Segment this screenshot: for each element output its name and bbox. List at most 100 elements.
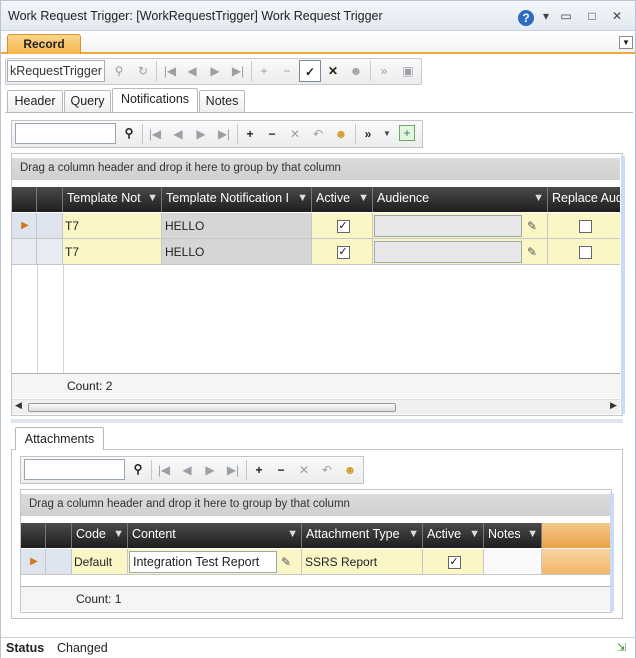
tab-record[interactable]: Record [7,34,81,54]
attachments-search-input[interactable] [24,459,125,480]
search-icon[interactable]: ⚲ [129,460,147,478]
lookup-icon[interactable]: ✎ [527,213,537,238]
audience-field[interactable] [374,215,522,237]
users-icon[interactable]: ☻ [341,461,359,479]
prev-record-icon[interactable]: ◀ [178,461,196,479]
record-search-input[interactable]: kRequestTrigger [7,60,105,82]
cell-template[interactable]: T7 [63,213,162,238]
filter-icon[interactable]: ▼ [527,523,538,545]
users-icon[interactable]: ☻ [332,125,350,143]
content-field[interactable]: Integration Test Report [129,551,277,573]
column-active[interactable]: Active ▼ [423,523,484,548]
scroll-thumb[interactable] [28,403,396,412]
last-record-icon[interactable]: ▶| [215,125,233,143]
audience-field[interactable] [374,241,522,263]
last-record-icon[interactable]: ▶| [224,461,242,479]
table-row[interactable]: T7 HELLO ✓ ✎ [12,239,620,265]
next-record-icon[interactable]: ▶ [192,125,210,143]
next-record-icon[interactable]: ▶ [206,62,224,80]
scroll-right-icon[interactable]: ▶ [610,400,617,411]
remove-icon[interactable]: − [278,62,296,80]
cell-content[interactable]: Integration Test Report ✎ [128,549,302,574]
refresh-icon[interactable]: ↻ [134,62,152,80]
active-checkbox[interactable]: ✓ [336,220,350,234]
search-icon[interactable]: ⚲ [120,124,138,142]
column-template-not[interactable]: Template Not ▼ [63,187,162,212]
first-record-icon[interactable]: |◀ [155,461,173,479]
column-code[interactable]: Code ▼ [72,523,128,548]
add-icon[interactable]: + [241,125,259,143]
filter-icon[interactable]: ▼ [113,523,124,545]
save-check-icon[interactable]: ✓ [299,60,321,82]
scroll-left-icon[interactable]: ◀ [15,400,22,411]
maximize-icon[interactable]: □ [584,8,600,24]
minimize-icon[interactable]: ▭ [558,8,574,24]
cancel-icon[interactable]: ✕ [286,125,304,143]
filter-icon[interactable]: ▼ [358,187,369,209]
replace-checkbox[interactable] [578,220,592,234]
column-active[interactable]: Active ▼ [312,187,373,212]
tab-header[interactable]: Header [7,90,63,112]
cell-audience[interactable]: ✎ [373,239,548,264]
filter-icon[interactable]: ▼ [147,187,158,209]
collapse-icon[interactable]: ▼ [619,36,633,49]
column-notes[interactable]: Notes ▼ [484,523,542,548]
close-icon[interactable]: ✕ [609,8,625,24]
horizontal-scrollbar[interactable]: ◀ ▶ [12,399,620,414]
column-template-notification[interactable]: Template Notification I ▼ [162,187,312,212]
filter-icon[interactable]: ▼ [469,523,480,545]
remove-icon[interactable]: − [263,125,281,143]
tab-query[interactable]: Query [64,90,111,112]
dropdown-icon[interactable]: ▾ [538,8,554,24]
row-selector[interactable] [37,213,63,238]
cancel-icon[interactable]: ✕ [295,461,313,479]
prev-record-icon[interactable]: ◀ [169,125,187,143]
undo-icon[interactable]: ↶ [309,125,327,143]
first-record-icon[interactable]: |◀ [161,62,179,80]
more-icon[interactable]: » [375,62,393,80]
next-record-icon[interactable]: ▶ [201,461,219,479]
filter-icon[interactable]: ▼ [408,523,419,545]
column-content[interactable]: Content ▼ [128,523,302,548]
table-row[interactable]: ▶ Default Integration Test Report ✎ SSRS… [21,549,610,575]
tab-notes[interactable]: Notes [199,90,245,112]
vertical-scrollbar[interactable] [610,493,614,611]
remove-icon[interactable]: − [272,461,290,479]
replace-checkbox[interactable] [578,246,592,260]
column-audience[interactable]: Audience ▼ [373,187,548,212]
cancel-icon[interactable]: ✕ [324,62,342,80]
filter-icon[interactable]: ▼ [287,523,298,545]
active-checkbox[interactable]: ✓ [336,246,350,260]
table-row[interactable]: ▶ T7 HELLO ✓ ✎ [12,213,620,239]
add-icon[interactable]: + [250,461,268,479]
cell-active[interactable]: ✓ [423,549,484,574]
filter-icon[interactable]: ▼ [533,187,544,209]
cell-active[interactable]: ✓ [312,239,373,264]
last-record-icon[interactable]: ▶| [229,62,247,80]
cell-attachment-type[interactable]: SSRS Report [302,549,423,574]
column-attachment-type[interactable]: Attachment Type ▼ [302,523,423,548]
filter-icon[interactable]: ▼ [297,187,308,209]
row-selector[interactable] [37,239,63,264]
cell-code[interactable]: Default [72,549,128,574]
add-icon[interactable]: + [255,62,273,80]
notifications-search-input[interactable] [15,123,116,144]
cell-replace[interactable] [548,239,620,264]
lookup-icon[interactable]: ✎ [527,239,537,264]
document-icon[interactable]: ▣ [399,62,417,80]
vertical-scrollbar[interactable] [621,156,625,414]
column-replace-aud[interactable]: Replace Aud [548,187,620,212]
cell-active[interactable]: ✓ [312,213,373,238]
cell-template[interactable]: T7 [63,239,162,264]
export-icon[interactable]: + [399,125,415,141]
cell-audience[interactable]: ✎ [373,213,548,238]
row-selector[interactable] [46,549,72,574]
prev-record-icon[interactable]: ◀ [183,62,201,80]
users-icon[interactable]: ☻ [347,62,365,80]
cell-replace[interactable] [548,213,620,238]
first-record-icon[interactable]: |◀ [146,125,164,143]
lookup-icon[interactable]: ✎ [281,549,291,574]
active-checkbox[interactable]: ✓ [447,556,461,570]
resize-grip-icon[interactable]: ⇲ [617,638,626,658]
undo-icon[interactable]: ↶ [318,461,336,479]
